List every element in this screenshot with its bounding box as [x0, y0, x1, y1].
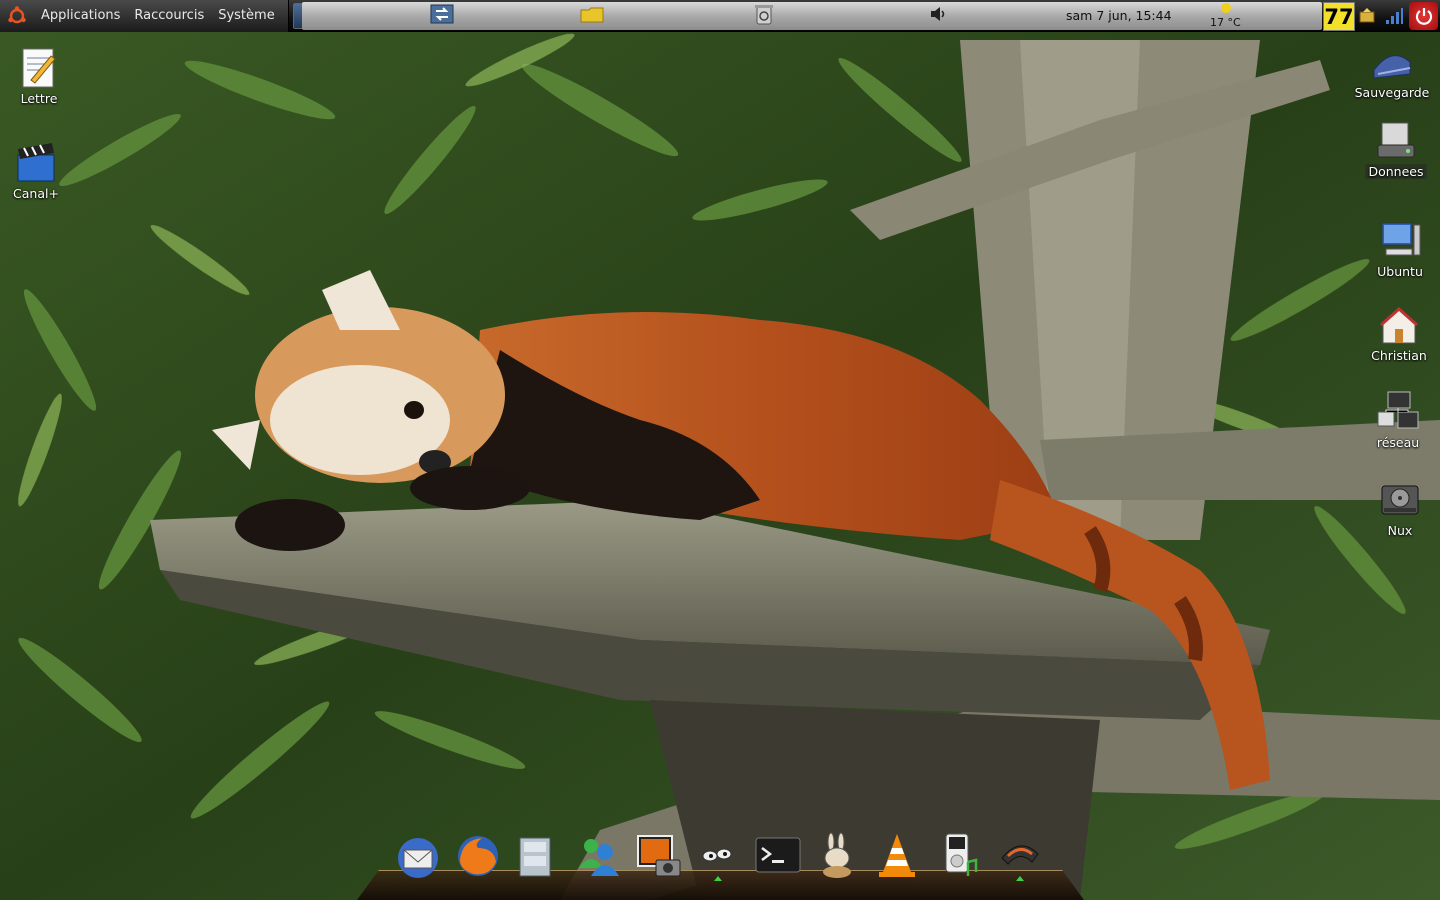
- music-player-icon: [945, 833, 978, 876]
- top-panel: Applications Raccourcis Système sam 7 ju…: [0, 0, 1440, 32]
- desktop-icon-label: Donnees: [1365, 164, 1427, 179]
- desktop-icon-reseau[interactable]: réseau: [1356, 390, 1440, 450]
- menu-systeme[interactable]: Système: [211, 8, 281, 23]
- menu-applications[interactable]: Applications: [34, 8, 127, 23]
- main-menu-bar: Applications Raccourcis Système: [0, 0, 289, 32]
- mail-client-icon: [398, 838, 438, 878]
- tray-badge[interactable]: 77: [1323, 2, 1355, 31]
- dock-item-messenger[interactable]: [575, 832, 623, 880]
- desktop-icon-nux[interactable]: Nux: [1358, 478, 1440, 538]
- file-cabinet-icon: [519, 837, 551, 877]
- dock-item-music-player[interactable]: [934, 832, 982, 880]
- desktop-icon-label: Christian: [1371, 348, 1427, 363]
- home-folder-icon: [1380, 306, 1418, 344]
- menu-raccourcis[interactable]: Raccourcis: [127, 8, 211, 23]
- dock-item-file-manager[interactable]: [512, 832, 560, 880]
- terminal-icon: [755, 837, 801, 873]
- dock-item-dock-settings[interactable]: [996, 832, 1044, 880]
- video-clapper-icon: [17, 143, 55, 182]
- sun-icon: [1221, 3, 1231, 13]
- power-icon: [1415, 8, 1432, 25]
- dock-item-firefox[interactable]: [454, 832, 502, 880]
- clock[interactable]: sam 7 jun, 15:44: [1066, 8, 1172, 23]
- desktop-icon-sauvegarde[interactable]: Sauvegarde: [1350, 40, 1434, 100]
- rabbit-icon: [823, 832, 851, 878]
- desktop-icon-label: Canal+: [13, 186, 59, 201]
- update-icon[interactable]: [1357, 6, 1377, 26]
- desktop-icon-label: Lettre: [20, 91, 58, 106]
- desktop-icon-label: Nux: [1387, 523, 1413, 538]
- trash-icon[interactable]: [752, 3, 776, 25]
- dock-item-thunderbird[interactable]: [394, 832, 442, 880]
- photo-camera-icon: [637, 835, 681, 877]
- dock-item-rabbit-app[interactable]: [813, 832, 861, 880]
- instant-messenger-icon: [579, 839, 619, 876]
- desktop-icon-canal[interactable]: Canal+: [0, 141, 78, 201]
- desktop-icon-label: Ubuntu: [1377, 264, 1423, 279]
- power-button[interactable]: [1409, 2, 1438, 30]
- dock-item-photo-viewer[interactable]: [634, 832, 682, 880]
- chat-eyes-icon: [702, 848, 732, 862]
- desktop-icon-ubuntu[interactable]: Ubuntu: [1358, 219, 1440, 279]
- desktop-icon-donnees[interactable]: Donnees: [1354, 119, 1438, 179]
- dock-item-pidgin[interactable]: [694, 832, 742, 880]
- desktop-icon-label: Sauvegarde: [1354, 85, 1430, 100]
- desktop-wallpaper: [0, 0, 1440, 900]
- dock-settings-icon: [1001, 845, 1039, 865]
- volume-icon[interactable]: [928, 3, 948, 25]
- data-drive-icon: [1377, 122, 1415, 158]
- computer-icon: [1381, 222, 1421, 256]
- desktop-icon-label: réseau: [1376, 435, 1420, 450]
- web-browser-icon: [458, 836, 498, 876]
- backup-drive-icon: [1373, 55, 1411, 79]
- dock-item-terminal[interactable]: [754, 832, 802, 880]
- desktop-icon-lettre[interactable]: Lettre: [0, 46, 81, 106]
- network-signal-icon[interactable]: [1384, 6, 1404, 26]
- desktop-icon-christian[interactable]: Christian: [1357, 303, 1440, 363]
- folder-icon[interactable]: [580, 3, 604, 25]
- window-switch-icon[interactable]: [430, 3, 454, 25]
- text-document-icon: [22, 48, 56, 88]
- ubuntu-logo-icon[interactable]: [6, 5, 28, 27]
- vlc-cone-icon: [879, 834, 915, 877]
- hard-disk-icon: [1381, 485, 1419, 515]
- weather-temperature[interactable]: 17 °C: [1210, 16, 1241, 29]
- network-icon: [1377, 391, 1419, 429]
- dock-item-vlc[interactable]: [873, 832, 921, 880]
